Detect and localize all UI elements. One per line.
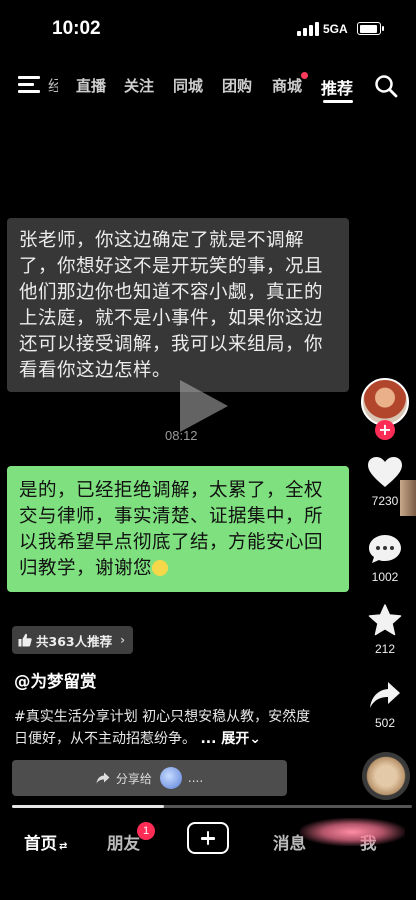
chevron-right-icon: › (120, 633, 126, 647)
share-to-bar[interactable]: 分享给 .... (12, 760, 287, 796)
tab-live[interactable]: 直播 (76, 75, 106, 96)
smile-emoji-icon (152, 560, 169, 576)
menu-icon[interactable] (18, 76, 40, 94)
friends-badge: 1 (137, 822, 155, 840)
floating-overlay (300, 818, 405, 846)
play-icon[interactable] (180, 380, 228, 432)
chat-bubble-incoming: 张老师，你这边确定了就是不调解了，你想好这不是开玩笑的事，况且他们那边你也知道不… (7, 218, 349, 392)
comment-count: 1002 (371, 570, 399, 584)
refresh-icon: ⇄ (59, 841, 68, 852)
search-icon[interactable] (374, 74, 398, 98)
favorite-count: 212 (374, 642, 396, 656)
top-nav: 经 直播 关注 同城 团购 商城 推荐 (0, 64, 416, 108)
video-progress-fill (12, 805, 164, 808)
favorite-button[interactable]: 212 (360, 604, 410, 656)
comment-icon (369, 535, 401, 563)
expand-label: 展开 (221, 731, 250, 747)
share-arrow-icon (96, 772, 110, 784)
nav-home-label: 首页 (24, 834, 57, 853)
outgoing-message-text: 是的，已经拒绝调解，太累了，全权交与律师，事实清楚、证据集中，所以我希望早点彻底… (19, 480, 324, 579)
network-label: 5GA (323, 22, 348, 36)
share-count: 502 (374, 716, 396, 730)
thumbs-up-icon (18, 633, 32, 647)
active-tab-indicator (323, 100, 353, 103)
video-timestamp: 08:12 (165, 428, 198, 443)
video-description: #真实生活分享计划 初心只想安稳从教，安然度日便好，从不主动招惹纷争。 ... … (14, 706, 314, 750)
tab-partial[interactable]: 经 (48, 75, 58, 96)
chat-bubble-outgoing: 是的，已经拒绝调解，太累了，全权交与律师，事实清楚、证据集中，所以我希望早点彻底… (7, 466, 349, 592)
share-to-label: 分享给 (115, 771, 152, 786)
nav-home[interactable]: 首页 ⇄ (24, 830, 67, 854)
author-name[interactable]: @为梦留赏 (14, 668, 97, 692)
nav-friends[interactable]: 朋友 (107, 830, 140, 854)
expand-link[interactable]: ... 展开⌄ (200, 731, 261, 747)
incoming-message-text: 张老师，你这边确定了就是不调解了，你想好这不是开玩笑的事，况且他们那边你也知道不… (19, 230, 324, 381)
notification-dot (301, 72, 309, 79)
recommend-chip[interactable]: 共363人推荐 › (12, 626, 134, 654)
video-progress-bar[interactable] (12, 805, 412, 808)
share-contact-suffix: .... (187, 771, 204, 785)
star-icon (368, 604, 402, 636)
battery-icon (357, 22, 384, 35)
creator-avatar[interactable] (361, 378, 409, 426)
like-button[interactable]: 7230 (360, 456, 410, 508)
create-post-button[interactable] (187, 822, 229, 854)
like-count: 7230 (371, 494, 399, 508)
signal-icon (297, 22, 319, 36)
tab-group-buy[interactable]: 团购 (222, 75, 252, 96)
tab-recommended[interactable]: 推荐 (321, 75, 353, 99)
tab-nearby[interactable]: 同城 (173, 75, 203, 96)
heart-icon (368, 457, 402, 487)
tab-mall-label: 商城 (272, 77, 303, 95)
tab-following[interactable]: 关注 (124, 75, 154, 96)
status-time: 10:02 (52, 18, 101, 39)
status-bar: 10:02 5GA (0, 0, 416, 60)
share-icon (370, 682, 400, 708)
share-button[interactable]: 502 (360, 680, 410, 730)
tab-mall[interactable]: 商城 (272, 72, 309, 96)
follow-plus-icon[interactable]: + (375, 420, 395, 440)
share-contact-avatar (159, 767, 182, 789)
description-text: #真实生活分享计划 初心只想安稳从教，安然度日便好，从不主动招惹纷争。 (14, 709, 311, 747)
recommend-count-label: 共363人推荐 (36, 633, 113, 649)
music-disc-icon[interactable] (362, 752, 410, 800)
comment-button[interactable]: 1002 (360, 534, 410, 584)
